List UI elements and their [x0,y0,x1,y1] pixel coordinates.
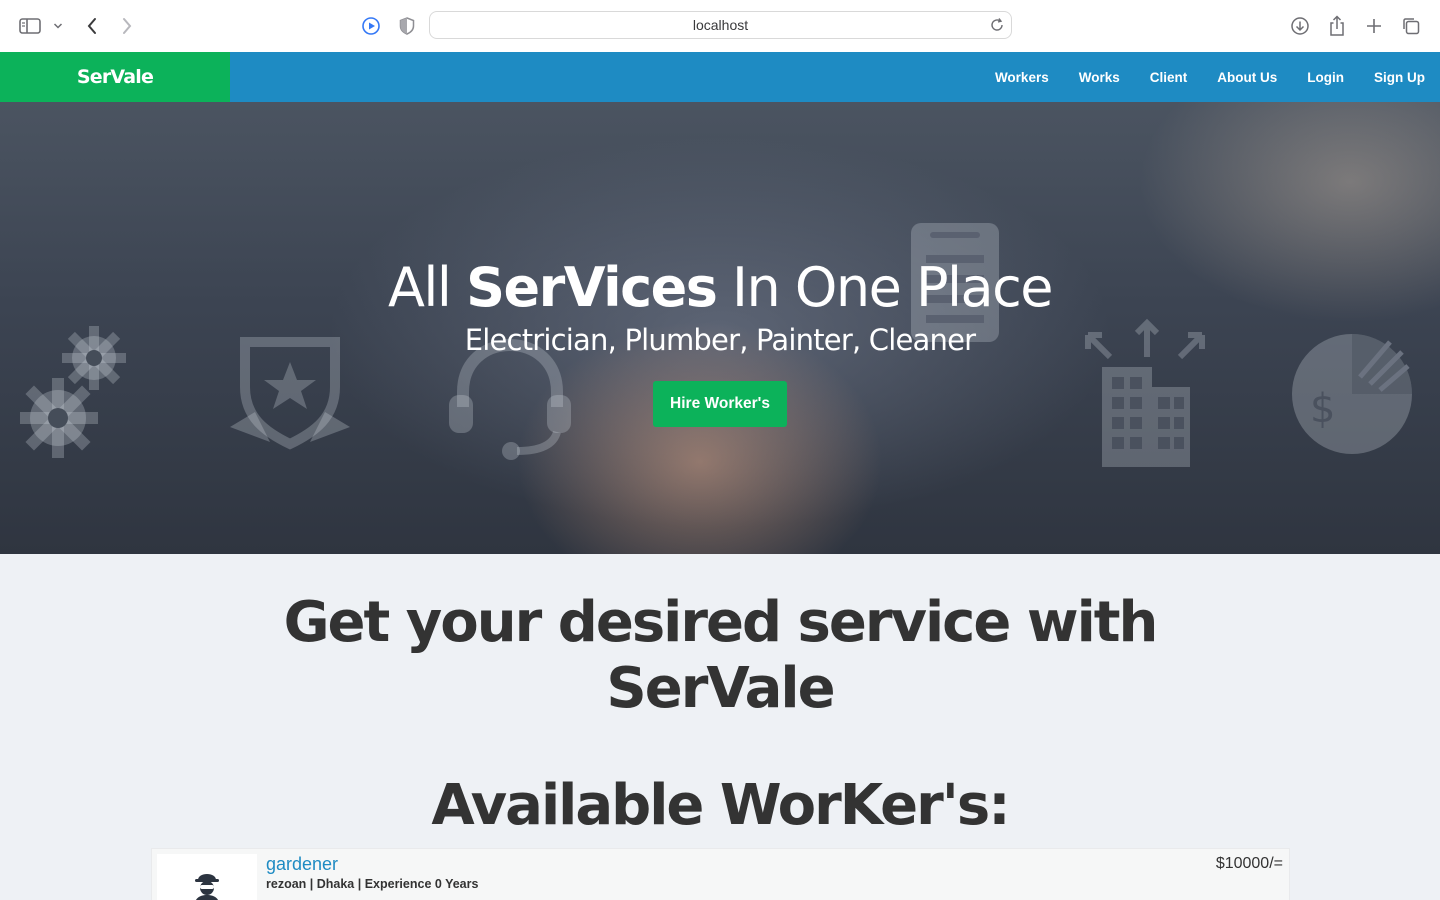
nav-link-client[interactable]: Client [1135,70,1203,85]
tagline-text: Get your desired service with [283,590,1159,655]
nav-link-about-us[interactable]: About Us [1202,70,1292,85]
tagline-brand: SerVale [606,656,835,721]
hero-content: All SerVices In One Place Electrician, P… [0,102,1440,554]
hero-title-post: In One Place [716,256,1054,319]
hero-subtitle: Electrician, Plumber, Painter, Cleaner [464,323,976,357]
brand-logo[interactable]: SerVale [0,52,230,102]
share-icon[interactable] [1324,13,1350,39]
browser-toolbar: localhost [0,0,1440,52]
new-tab-icon[interactable] [1361,13,1387,39]
reload-icon[interactable] [989,17,1005,33]
download-icon[interactable] [1287,13,1313,39]
hero-title-bold: SerVices [466,256,718,319]
hire-workers-button[interactable]: Hire Worker's [653,381,787,427]
sidebar-toggle-icon[interactable] [17,13,43,39]
brand-name: SerVale [76,66,154,88]
nav-link-workers[interactable]: Workers [980,70,1064,85]
hero-title-pre: All [387,256,467,319]
available-workers-heading: Available WorKer's: [431,773,1010,838]
worker-price: $10000/= [1215,855,1283,872]
tagline-heading: Get your desired service with SerVale [0,590,1440,722]
hero-banner: $ All SerVices In One Place Electrician,… [0,102,1440,554]
worker-meta: rezoan | Dhaka | Experience 0 Years [266,877,479,891]
back-icon[interactable] [79,13,105,39]
url-text: localhost [692,17,749,33]
nav-link-sign-up[interactable]: Sign Up [1359,70,1440,85]
tab-overview-icon[interactable] [1398,13,1424,39]
nav-link-login[interactable]: Login [1292,70,1359,85]
worker-title-link[interactable]: gardener [266,854,338,875]
worker-avatar [157,854,257,900]
chevron-down-icon[interactable] [46,13,70,39]
worker-avatar-icon [195,874,219,900]
nav-links: Workers Works Client About Us Login Sign… [980,52,1440,102]
media-play-icon[interactable] [358,13,384,39]
site-navbar: SerVale Workers Works Client About Us Lo… [0,52,1440,102]
hero-title: All SerVices In One Place [0,254,1440,322]
privacy-shield-icon[interactable] [394,13,420,39]
address-bar[interactable]: localhost [429,11,1012,39]
worker-card[interactable]: gardener rezoan | Dhaka | Experience 0 Y… [151,848,1290,900]
forward-icon[interactable] [114,13,140,39]
nav-link-works[interactable]: Works [1064,70,1135,85]
